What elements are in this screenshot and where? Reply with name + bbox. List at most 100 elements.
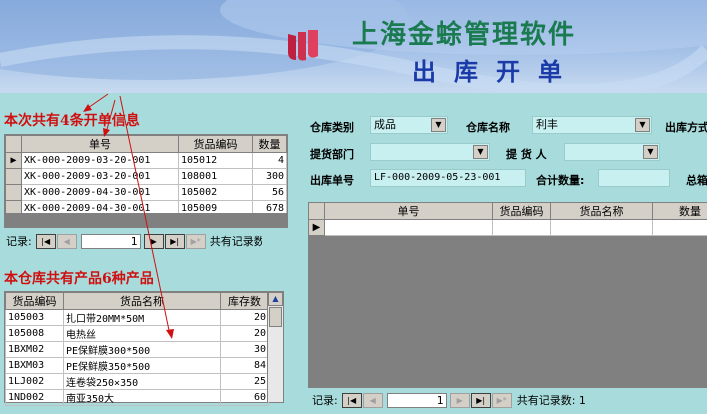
cell-qty[interactable]: 56 bbox=[252, 184, 287, 201]
total-qty-field[interactable] bbox=[598, 169, 670, 187]
current-row-indicator-icon[interactable]: ▶ bbox=[308, 219, 325, 236]
table-row[interactable]: 1ND002 南亚350大 60 bbox=[5, 389, 269, 406]
column-header-name[interactable]: 货品名称 bbox=[63, 292, 221, 310]
cell-qty[interactable]: 4 bbox=[252, 152, 287, 169]
table-row[interactable]: 105003 扎口带20MM*50M 20 bbox=[5, 309, 269, 326]
cell-order[interactable]: XK-000-2009-03-20-001 bbox=[21, 152, 179, 169]
cell-qty[interactable]: 300 bbox=[252, 168, 287, 185]
cell-name[interactable]: 电热丝 bbox=[63, 325, 221, 342]
current-row-indicator-icon[interactable]: ▶ bbox=[5, 152, 22, 169]
first-record-icon[interactable]: |◀ bbox=[35, 233, 56, 249]
company-logo-icon bbox=[288, 30, 318, 61]
pickup-person-select[interactable]: ▼ bbox=[564, 143, 660, 161]
cell-name[interactable] bbox=[550, 219, 653, 236]
cell-order[interactable]: XK-000-2009-03-20-001 bbox=[21, 168, 179, 185]
chevron-down-icon[interactable]: ▼ bbox=[643, 145, 658, 159]
last-record-icon[interactable]: ▶| bbox=[164, 233, 185, 249]
chevron-down-icon[interactable]: ▼ bbox=[473, 145, 488, 159]
cell-stock[interactable]: 30 bbox=[220, 341, 269, 358]
table-row[interactable]: XK-000-2009-03-20-001 108001 300 bbox=[5, 168, 287, 185]
column-header-code[interactable]: 货品编码 bbox=[5, 292, 64, 310]
scroll-up-icon[interactable]: ▲ bbox=[268, 292, 283, 306]
last-record-icon[interactable]: ▶| bbox=[470, 392, 491, 408]
warehouse-type-select[interactable]: 成品 ▼ bbox=[370, 116, 448, 134]
warehouse-type-label: 仓库类别 bbox=[310, 121, 354, 134]
row-selector-header bbox=[308, 202, 325, 220]
column-header-name[interactable]: 货品名称 bbox=[550, 202, 653, 220]
column-header-qty[interactable]: 数量 bbox=[252, 135, 287, 153]
orders-record-navigator: 记录: |◀ ◀ 1 ▶ ▶| ▶* 共有记录数 bbox=[6, 232, 288, 250]
page-title: 出库开单 bbox=[412, 57, 580, 86]
chevron-down-icon[interactable]: ▼ bbox=[431, 118, 446, 132]
cell-code[interactable]: 105012 bbox=[178, 152, 253, 169]
first-record-icon[interactable]: |◀ bbox=[341, 392, 362, 408]
column-header-stock[interactable]: 库存数 bbox=[220, 292, 269, 310]
previous-record-icon[interactable]: ◀ bbox=[362, 392, 383, 408]
nav-label: 记录: bbox=[6, 235, 32, 248]
current-record-field[interactable]: 1 bbox=[386, 392, 447, 408]
cell-code[interactable]: 108001 bbox=[178, 168, 253, 185]
cell-code[interactable] bbox=[492, 219, 551, 236]
table-row[interactable]: 105008 电热丝 20 bbox=[5, 325, 269, 342]
cell-order[interactable]: XK-000-2009-04-30-001 bbox=[21, 184, 179, 201]
detail-grid-header: 单号 货品编码 货品名称 数量 bbox=[308, 202, 707, 220]
new-record-row[interactable]: ▶ bbox=[308, 219, 707, 236]
cell-stock[interactable]: 25 bbox=[220, 373, 269, 390]
scroll-thumb[interactable] bbox=[269, 307, 282, 327]
next-record-icon[interactable]: ▶ bbox=[143, 233, 164, 249]
orders-grid[interactable]: 单号 货品编码 数量 ▶ XK-000-2009-03-20-001 10501… bbox=[4, 134, 288, 228]
products-vertical-scrollbar[interactable]: ▲ bbox=[267, 292, 283, 402]
table-row[interactable]: 1LJ002 连卷袋250×350 25 bbox=[5, 373, 269, 390]
cell-stock[interactable]: 60 bbox=[220, 389, 269, 406]
row-selector[interactable] bbox=[5, 184, 22, 201]
products-grid[interactable]: 货品编码 货品名称 库存数 105003 扎口带20MM*50M 20 1050… bbox=[4, 291, 284, 406]
cell-stock[interactable]: 84 bbox=[220, 357, 269, 374]
detail-record-navigator: 记录: |◀ ◀ 1 ▶ ▶| ▶* 共有记录数: 1 bbox=[312, 391, 707, 409]
cell-stock[interactable]: 20 bbox=[220, 309, 269, 326]
table-row[interactable]: 1BXM03 PE保鲜膜350*500 84 bbox=[5, 357, 269, 374]
cell-code[interactable]: 1ND002 bbox=[5, 389, 64, 406]
cell-name[interactable]: 南亚350大 bbox=[63, 389, 221, 406]
warehouse-name-select[interactable]: 利丰 ▼ bbox=[532, 116, 652, 134]
row-selector[interactable] bbox=[5, 168, 22, 185]
cell-name[interactable]: 连卷袋250×350 bbox=[63, 373, 221, 390]
table-row[interactable]: ▶ XK-000-2009-03-20-001 105012 4 bbox=[5, 152, 287, 169]
table-row[interactable]: 1BXM02 PE保鲜膜300*500 30 bbox=[5, 341, 269, 358]
column-header-order[interactable]: 单号 bbox=[21, 135, 179, 153]
cell-code[interactable]: 105002 bbox=[178, 184, 253, 201]
next-record-icon[interactable]: ▶ bbox=[449, 392, 470, 408]
row-selector-header bbox=[5, 135, 22, 153]
pickup-dept-label: 提货部门 bbox=[310, 148, 354, 161]
cell-code[interactable]: 1BXM03 bbox=[5, 357, 64, 374]
outbound-no-field[interactable]: LF-000-2009-05-23-001 bbox=[370, 169, 526, 187]
previous-record-icon[interactable]: ◀ bbox=[56, 233, 77, 249]
products-grid-header: 货品编码 货品名称 库存数 bbox=[5, 292, 269, 310]
cell-code[interactable]: 105003 bbox=[5, 309, 64, 326]
cell-name[interactable]: PE保鲜膜350*500 bbox=[63, 357, 221, 374]
cell-name[interactable]: 扎口带20MM*50M bbox=[63, 309, 221, 326]
cell-order[interactable] bbox=[324, 219, 493, 236]
app-title: 上海金蜍管理软件 bbox=[352, 20, 577, 50]
table-row[interactable]: XK-000-2009-04-30-001 105002 56 bbox=[5, 184, 287, 201]
warehouse-type-value: 成品 bbox=[374, 118, 396, 131]
cell-name[interactable]: PE保鲜膜300*500 bbox=[63, 341, 221, 358]
record-total-label: 共有记录数: 1 bbox=[516, 394, 586, 407]
current-record-field[interactable]: 1 bbox=[80, 233, 141, 249]
detail-grid[interactable]: 单号 货品编码 货品名称 数量 ▶ bbox=[308, 202, 707, 388]
pickup-dept-select[interactable]: ▼ bbox=[370, 143, 490, 161]
column-header-order[interactable]: 单号 bbox=[324, 202, 493, 220]
total-qty-label: 合计数量: bbox=[536, 174, 585, 187]
record-total-label: 共有记录数 bbox=[209, 235, 262, 248]
cell-code[interactable]: 1BXM02 bbox=[5, 341, 64, 358]
cell-code[interactable]: 105008 bbox=[5, 325, 64, 342]
orders-grid-header: 单号 货品编码 数量 bbox=[5, 135, 287, 153]
chevron-down-icon[interactable]: ▼ bbox=[635, 118, 650, 132]
cell-stock[interactable]: 20 bbox=[220, 325, 269, 342]
cell-qty[interactable] bbox=[652, 219, 707, 236]
cell-code[interactable]: 1LJ002 bbox=[5, 373, 64, 390]
new-record-icon[interactable]: ▶* bbox=[185, 233, 206, 249]
column-header-qty[interactable]: 数量 bbox=[652, 202, 707, 220]
column-header-code[interactable]: 货品编码 bbox=[492, 202, 551, 220]
column-header-code[interactable]: 货品编码 bbox=[178, 135, 253, 153]
new-record-icon[interactable]: ▶* bbox=[491, 392, 512, 408]
